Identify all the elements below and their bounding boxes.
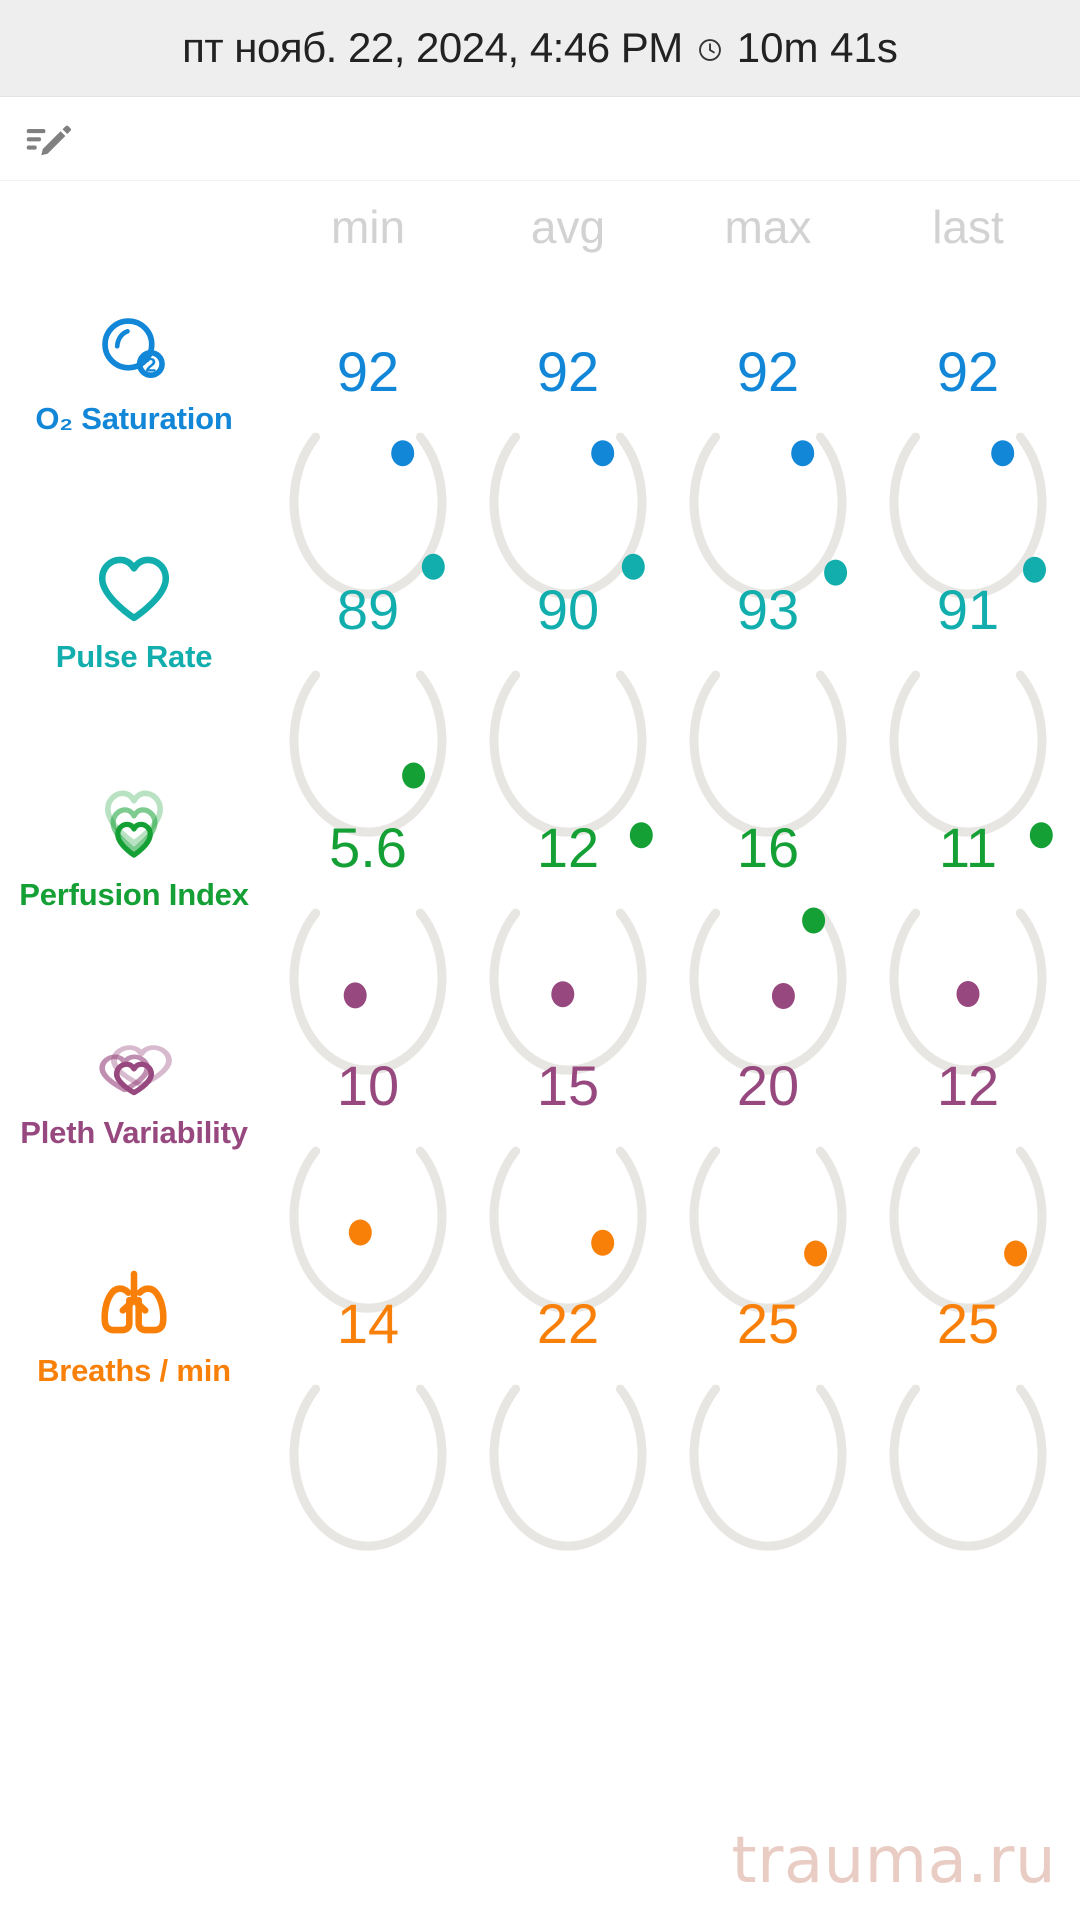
gauge-perfusion-index-avg[interactable]: 12	[468, 729, 668, 1075]
watermark: trauma.ru	[731, 1824, 1056, 1898]
column-header-avg: avg	[530, 201, 606, 253]
gauge-value-perfusion-index-min: 5.6	[329, 816, 407, 879]
metric-name-perfusion-index: Perfusion Index	[19, 877, 249, 912]
gauge-perfusion-index-max[interactable]: 16	[668, 729, 868, 1075]
gauge-o2-saturation-last[interactable]: 92	[868, 253, 1068, 599]
gauge-value-pulse-rate-min: 89	[336, 578, 400, 641]
gauge-value-breaths-per-min-last: 25	[936, 1292, 1000, 1355]
gauge-value-perfusion-index-max: 16	[736, 816, 800, 879]
gauge-value-breaths-per-min-max: 25	[736, 1292, 800, 1355]
gauge-pleth-variability-avg[interactable]: 15	[468, 967, 668, 1313]
lungs-icon	[86, 1259, 182, 1345]
column-header-row: min avg max last	[0, 181, 1080, 253]
gauge-value-breaths-per-min-avg: 22	[536, 1292, 600, 1355]
metric-row-pulse-rate: Pulse Rate 89 90 93 91	[0, 491, 1080, 837]
metric-name-breaths-per-min: Breaths / min	[37, 1353, 231, 1388]
gauge-value-pleth-variability-last: 12	[936, 1054, 1000, 1117]
gauge-pulse-rate-last[interactable]: 91	[868, 491, 1068, 837]
gauge-perfusion-index-min[interactable]: 5.6	[268, 729, 468, 1075]
gauge-group-pulse-rate: 89 90 93 91	[268, 491, 1080, 837]
gauge-value-breaths-per-min-min: 14	[336, 1292, 400, 1355]
gauge-pulse-rate-min[interactable]: 89	[268, 491, 468, 837]
gauge-value-o2-saturation-max: 92	[736, 340, 800, 403]
metrics-sheet: min avg max last 2 O₂ Saturation 92 92 92 92 P…	[0, 181, 1080, 1551]
metric-row-perfusion-index: Perfusion Index 5.6 12 16 11	[0, 729, 1080, 1075]
toolbar	[0, 97, 1080, 181]
double-heart-icon	[86, 1021, 182, 1107]
gauge-group-breaths-per-min: 14 22 25 25	[268, 1205, 1080, 1551]
gauge-value-pulse-rate-last: 91	[936, 578, 1000, 641]
metric-row-breaths-per-min: Breaths / min 14 22 25 25	[0, 1205, 1080, 1551]
app-bar-content: пт нояб. 22, 2024, 4:46 PM 10m 41s	[182, 24, 898, 72]
triple-heart-icon	[86, 783, 182, 869]
gauge-value-pleth-variability-avg: 15	[536, 1054, 600, 1117]
metric-label-cell-pulse-rate: Pulse Rate	[0, 545, 268, 675]
column-header-last: last	[932, 201, 1004, 253]
metric-label-cell-o2-saturation: 2 O₂ Saturation	[0, 307, 268, 437]
heart-outline-icon	[86, 545, 182, 631]
clock-icon	[697, 37, 723, 63]
gauge-pulse-rate-max[interactable]: 93	[668, 491, 868, 837]
gauge-breaths-per-min-avg[interactable]: 22	[468, 1205, 668, 1551]
gauge-o2-saturation-avg[interactable]: 92	[468, 253, 668, 599]
gauge-group-perfusion-index: 5.6 12 16 11	[268, 729, 1080, 1075]
metric-label-cell-pleth-variability: Pleth Variability	[0, 1021, 268, 1151]
gauge-o2-saturation-max[interactable]: 92	[668, 253, 868, 599]
metric-name-pleth-variability: Pleth Variability	[20, 1115, 248, 1150]
gauge-group-o2-saturation: 92 92 92 92	[268, 253, 1080, 599]
gauge-value-o2-saturation-min: 92	[336, 340, 400, 403]
gauge-value-pleth-variability-max: 20	[736, 1054, 800, 1117]
gauge-perfusion-index-last[interactable]: 11	[868, 729, 1068, 1075]
session-timestamp: пт нояб. 22, 2024, 4:46 PM	[182, 24, 683, 71]
gauge-value-pulse-rate-avg: 90	[536, 578, 600, 641]
gauge-value-o2-saturation-avg: 92	[536, 340, 600, 403]
metric-row-o2-saturation: 2 O₂ Saturation 92 92 92 92	[0, 253, 1080, 599]
gauge-breaths-per-min-max[interactable]: 25	[668, 1205, 868, 1551]
gauge-pulse-rate-avg[interactable]: 90	[468, 491, 668, 837]
gauge-group-pleth-variability: 10 15 20 12	[268, 967, 1080, 1313]
metric-label-cell-perfusion-index: Perfusion Index	[0, 783, 268, 913]
oxygen-bubble-icon: 2	[86, 307, 182, 393]
metric-name-o2-saturation: O₂ Saturation	[35, 401, 233, 436]
gauge-pleth-variability-last[interactable]: 12	[868, 967, 1068, 1313]
session-duration: 10m 41s	[736, 24, 898, 71]
gauge-pleth-variability-min[interactable]: 10	[268, 967, 468, 1313]
gauge-pleth-variability-max[interactable]: 20	[668, 967, 868, 1313]
metric-rows: 2 O₂ Saturation 92 92 92 92 Pulse Rate 89 90 93 91…	[0, 253, 1080, 1551]
svg-text:2: 2	[145, 355, 156, 377]
column-header-min: min	[330, 201, 406, 253]
metric-label-cell-breaths-per-min: Breaths / min	[0, 1259, 268, 1389]
gauge-value-perfusion-index-avg: 12	[536, 816, 600, 879]
metric-name-pulse-rate: Pulse Rate	[55, 639, 213, 674]
gauge-value-perfusion-index-last: 11	[938, 816, 998, 879]
gauge-breaths-per-min-min[interactable]: 14	[268, 1205, 468, 1551]
gauge-value-pulse-rate-max: 93	[736, 578, 800, 641]
gauge-breaths-per-min-last[interactable]: 25	[868, 1205, 1068, 1551]
gauge-value-pleth-variability-min: 10	[336, 1054, 400, 1117]
column-header-max: max	[724, 201, 812, 253]
edit-note-icon[interactable]	[22, 113, 74, 165]
gauge-o2-saturation-min[interactable]: 92	[268, 253, 468, 599]
gauge-value-o2-saturation-last: 92	[936, 340, 1000, 403]
metric-row-pleth-variability: Pleth Variability 10 15 20 12	[0, 967, 1080, 1313]
app-bar: пт нояб. 22, 2024, 4:46 PM 10m 41s	[0, 0, 1080, 97]
